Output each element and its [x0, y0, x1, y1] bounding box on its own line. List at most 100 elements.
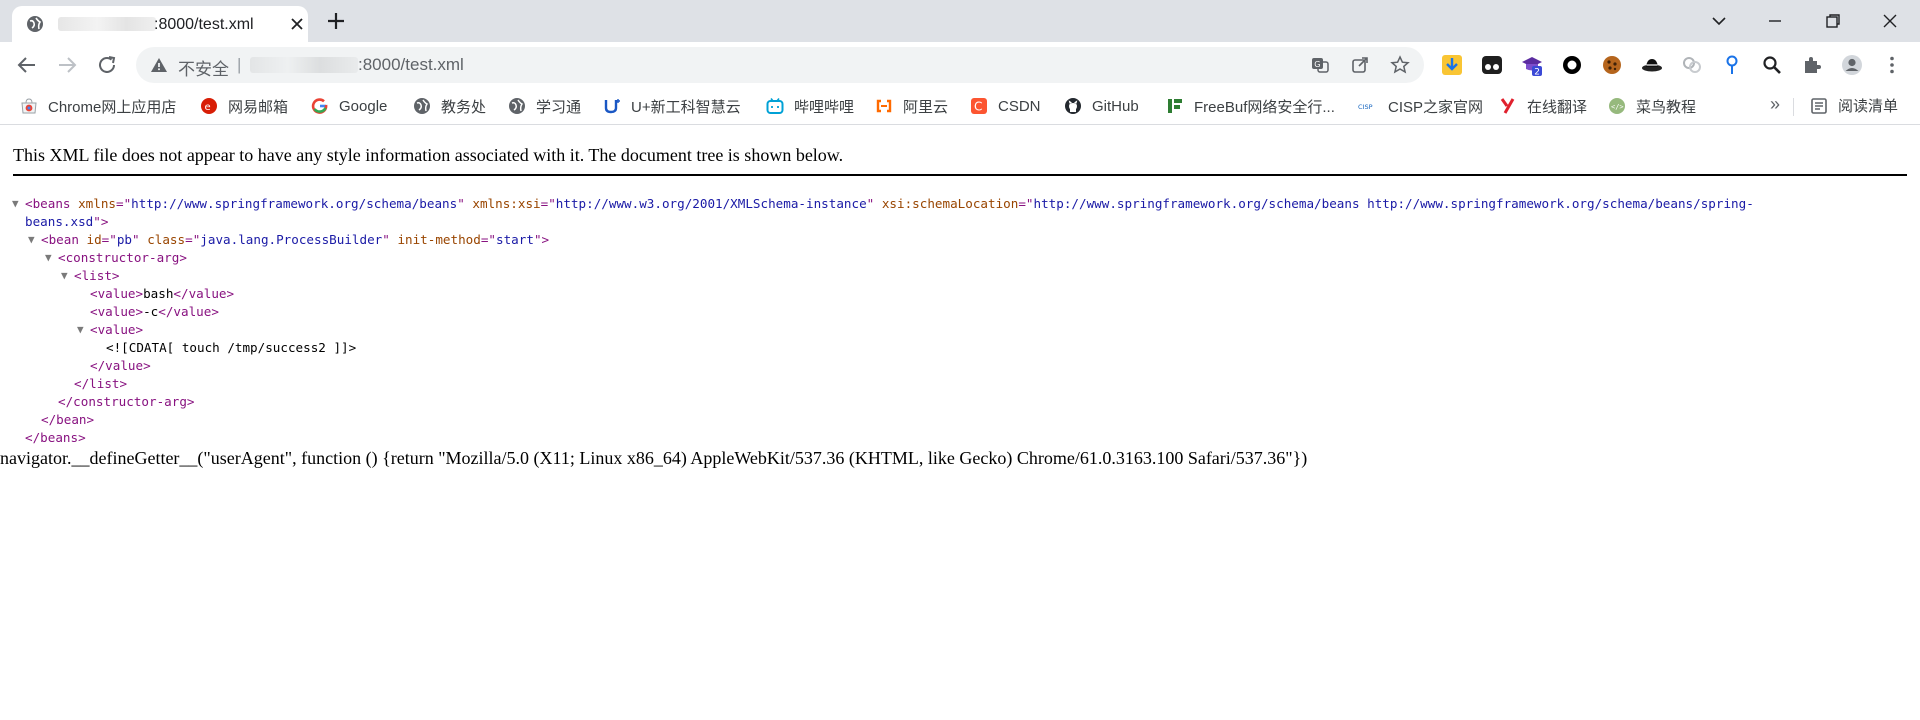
xml-token: <value>: [90, 322, 144, 337]
reload-icon[interactable]: [96, 54, 118, 76]
security-status-label[interactable]: 不安全: [178, 55, 229, 80]
notice-divider: [13, 174, 1907, 176]
bookmark-google[interactable]: Google: [311, 95, 387, 117]
globe-icon: [414, 98, 430, 114]
bookmark-label: Chrome网上应用店: [48, 98, 177, 116]
bookmark-label: 阿里云: [903, 98, 949, 116]
xml-token: <beans: [25, 196, 79, 211]
bookmark-csdn[interactable]: C CSDN: [970, 95, 1041, 117]
xml-tree-line: <![CDATA[ touch /tmp/success2 ]]>: [106, 339, 356, 357]
xml-token: xmlns: [78, 196, 116, 211]
tampermonkey-icon[interactable]: [1481, 54, 1503, 76]
bookmark-chrome-webstore[interactable]: Chrome网上应用店: [20, 95, 176, 117]
tab-close-icon[interactable]: [288, 15, 306, 33]
bookmark-label: 哔哩哔哩: [794, 98, 855, 116]
tab-search-chevron-down-icon[interactable]: [1706, 8, 1732, 34]
collapse-toggle-icon[interactable]: ▼: [61, 267, 68, 285]
cookie-icon[interactable]: [1601, 54, 1623, 76]
xml-tree-line: <value>: [90, 321, 143, 339]
bookmark-cisp[interactable]: CISP CISP之家官网: [1356, 95, 1483, 117]
reading-list-button[interactable]: 阅读清单: [1810, 95, 1898, 116]
bookmarks-divider: [1793, 98, 1794, 116]
xml-token: </constructor-arg>: [58, 394, 195, 409]
bookmark-bilibili[interactable]: 哔哩哔哩: [766, 95, 854, 117]
forward-arrow-icon[interactable]: [56, 54, 78, 76]
youdao-icon: [1500, 98, 1515, 114]
window-close-icon[interactable]: [1877, 8, 1903, 34]
bookmark-star-icon[interactable]: [1390, 55, 1410, 75]
bookmark-jiaowuchu[interactable]: 教务处: [413, 95, 486, 117]
google-icon: [311, 98, 328, 114]
translate-icon[interactable]: G: [1310, 55, 1330, 75]
xml-tree-line: <value>-c</value>: [90, 303, 219, 321]
netease-mail-icon: e: [201, 98, 217, 114]
xml-tree-line: </bean>: [41, 411, 94, 429]
kebab-menu-icon[interactable]: [1881, 54, 1903, 76]
xml-token: http://www.w3.org/2001/XMLSchema-instanc…: [555, 196, 867, 211]
xml-token: </value>: [173, 286, 235, 301]
svg-text:</>: </>: [1611, 103, 1624, 111]
back-arrow-icon[interactable]: [16, 54, 38, 76]
runoob-icon: </>: [1609, 98, 1625, 114]
bookmark-label: GitHub: [1092, 97, 1139, 115]
active-tab[interactable]: :8000/test.xml: [12, 6, 308, 42]
download-extension-icon[interactable]: [1441, 54, 1463, 76]
collapse-toggle-icon[interactable]: ▼: [12, 195, 19, 213]
bookmark-github[interactable]: GitHub: [1064, 95, 1139, 117]
xml-token: init-method: [397, 232, 481, 247]
xml-token: </bean>: [41, 412, 95, 427]
xml-token: =": [116, 196, 132, 211]
extension-badge: 2: [1534, 68, 1540, 77]
globe-icon: [27, 16, 43, 32]
xml-tree-line: </beans>: [25, 429, 86, 447]
collapse-toggle-icon[interactable]: ▼: [45, 249, 52, 267]
collapse-toggle-icon[interactable]: ▼: [28, 231, 35, 249]
bookmark-runoob[interactable]: </> 菜鸟教程: [1608, 95, 1696, 117]
omnibox-separator: |: [237, 55, 242, 74]
bookmark-uplus[interactable]: U+新工科智慧云: [603, 95, 741, 117]
xml-token: bash: [143, 286, 174, 301]
puzzle-icon[interactable]: [1801, 54, 1823, 76]
pin-extension-icon[interactable]: [1721, 54, 1743, 76]
xml-tree-line: </list>: [74, 375, 127, 393]
omnibox-url[interactable]: :8000/test.xml: [358, 55, 464, 75]
circle-extension-icon[interactable]: [1561, 54, 1583, 76]
warning-triangle-icon[interactable]: [150, 56, 168, 74]
xml-tree-line: <list>: [74, 267, 120, 285]
bookmark-youdao[interactable]: 在线翻译: [1499, 95, 1587, 117]
xml-token: <![CDATA[ touch /tmp/success2 ]]>: [106, 340, 357, 355]
tab-title: :8000/test.xml: [154, 16, 254, 33]
bookmark-aliyun[interactable]: 阿里云: [875, 95, 948, 117]
share-icon[interactable]: [1350, 55, 1370, 75]
new-tab-icon[interactable]: [326, 11, 346, 31]
bookmark-freebuf[interactable]: FreeBuf网络安全行...: [1166, 95, 1335, 117]
xml-token: ">: [533, 232, 550, 247]
bookmark-label: 学习通: [536, 98, 582, 116]
minimize-icon[interactable]: [1762, 8, 1788, 34]
bookmark-label: 菜鸟教程: [1636, 98, 1697, 116]
bookmark-netease-mail[interactable]: e 网易邮箱: [200, 95, 288, 117]
svg-text:CISP: CISP: [1358, 103, 1373, 111]
restore-icon[interactable]: [1820, 8, 1846, 34]
xml-token: <list>: [74, 268, 120, 283]
links-extension-icon[interactable]: [1681, 54, 1703, 76]
graduation-cap-icon[interactable]: 2: [1521, 54, 1543, 76]
aliyun-icon: [876, 99, 892, 113]
svg-text:e: e: [205, 102, 211, 113]
bookmark-label: Google: [339, 97, 388, 115]
reading-list-icon: [1811, 97, 1827, 114]
collapse-toggle-icon[interactable]: ▼: [77, 321, 84, 339]
search-extension-icon[interactable]: [1761, 54, 1783, 76]
github-icon: [1065, 98, 1081, 114]
omnibox-host-redacted: [250, 57, 358, 73]
cisp-icon: CISP: [1358, 103, 1373, 111]
bookmarks-overflow-chevron-icon[interactable]: »: [1770, 94, 1780, 115]
xml-token: <constructor-arg>: [58, 250, 187, 265]
xml-token: =": [101, 232, 117, 247]
omnibox[interactable]: 不安全 | :8000/test.xml G: [136, 47, 1424, 83]
profile-avatar-icon[interactable]: [1841, 54, 1863, 76]
bookmark-xuexitong[interactable]: 学习通: [508, 95, 581, 117]
bookmark-label: 在线翻译: [1527, 98, 1588, 116]
hat-extension-icon[interactable]: [1641, 54, 1663, 76]
xml-token: ": [132, 232, 148, 247]
